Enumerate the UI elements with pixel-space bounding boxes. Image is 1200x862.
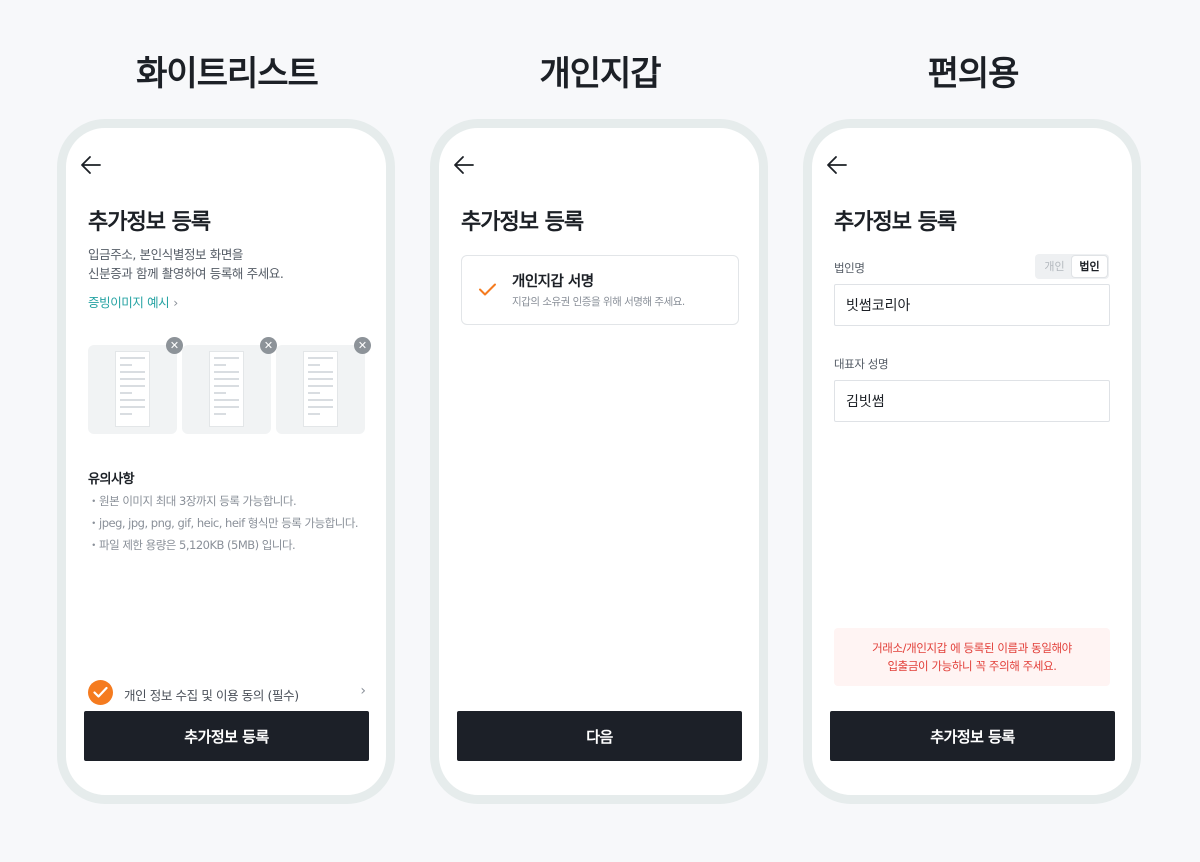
document-preview xyxy=(209,351,244,427)
description-line: 신분증과 함께 촬영하여 등록해 주세요. xyxy=(88,266,284,281)
page-title: 추가정보 등록 xyxy=(834,210,957,235)
consent-row[interactable]: 개인 정보 수집 및 이용 동의 (필수) › xyxy=(88,680,366,706)
toggle-option-individual[interactable]: 개인 xyxy=(1037,256,1072,277)
warning-line: 거래소/개인지갑 에 등록된 이름과 동일해야 xyxy=(872,641,1072,655)
personal-wallet-title: 개인지갑 xyxy=(539,54,661,94)
close-icon[interactable]: ✕ xyxy=(166,337,183,354)
convenience-title: 편의용 xyxy=(927,54,1020,94)
screen-convenience: 추가정보 등록 법인명 개인 법인 대표자 성명 거래소/개인지갑 에 등록된 … xyxy=(812,128,1132,795)
uploaded-image-thumbnail[interactable]: ✕ xyxy=(276,337,371,434)
notice-item: ・원본 이미지 최대 3장까지 등록 가능합니다. xyxy=(88,494,297,508)
notice-item: ・파일 제한 용량은 5,120KB (5MB) 입니다. xyxy=(88,538,296,552)
register-button[interactable]: 추가정보 등록 xyxy=(84,711,369,761)
example-link-label: 증빙이미지 예시 xyxy=(88,295,170,310)
description-line: 입금주소, 본인식별정보 화면을 xyxy=(88,247,244,262)
notice-title: 유의사항 xyxy=(88,472,135,487)
document-preview xyxy=(303,351,338,427)
corporate-name-input[interactable] xyxy=(834,284,1110,326)
page-title: 추가정보 등록 xyxy=(461,210,584,235)
description: 입금주소, 본인식별정보 화면을 신분증과 함께 촬영하여 등록해 주세요. xyxy=(88,245,378,283)
entity-type-toggle[interactable]: 개인 법인 xyxy=(1035,254,1109,279)
chevron-right-icon[interactable]: › xyxy=(360,683,366,699)
whitelist-title: 화이트리스트 xyxy=(136,54,319,94)
register-button[interactable]: 추가정보 등록 xyxy=(830,711,1115,761)
uploaded-image-thumbnail[interactable]: ✕ xyxy=(182,337,277,434)
arrow-left-icon[interactable] xyxy=(453,154,475,176)
corporate-name-label: 법인명 xyxy=(834,261,865,275)
phone-personal-wallet: 추가정보 등록 개인지갑 서명 지갑의 소유권 인증을 위해 서명해 주세요. … xyxy=(430,119,768,804)
uploaded-image-thumbnail[interactable]: ✕ xyxy=(88,337,183,434)
close-icon[interactable]: ✕ xyxy=(354,337,371,354)
consent-label: 개인 정보 수집 및 이용 동의 (필수) xyxy=(124,688,299,703)
toggle-option-corporate[interactable]: 법인 xyxy=(1072,256,1107,277)
notice-item: ・jpeg, jpg, png, gif, heic, heif 형식만 등록 … xyxy=(88,516,359,530)
wallet-signature-subtitle: 지갑의 소유권 인증을 위해 서명해 주세요. xyxy=(512,296,685,308)
notice-list: ・원본 이미지 최대 3장까지 등록 가능합니다. ・jpeg, jpg, pn… xyxy=(88,490,388,556)
check-icon xyxy=(479,283,496,296)
page-title: 추가정보 등록 xyxy=(88,210,211,235)
example-image-link[interactable]: 증빙이미지 예시 › xyxy=(88,292,178,311)
representative-name-label: 대표자 성명 xyxy=(834,357,889,371)
representative-name-input[interactable] xyxy=(834,380,1110,422)
warning-line: 입출금이 가능하니 꼭 주의해 주세요. xyxy=(887,659,1057,673)
next-button[interactable]: 다음 xyxy=(457,711,742,761)
wallet-signature-option[interactable]: 개인지갑 서명 지갑의 소유권 인증을 위해 서명해 주세요. xyxy=(461,255,739,325)
document-preview xyxy=(115,351,150,427)
screen-personal-wallet: 추가정보 등록 개인지갑 서명 지갑의 소유권 인증을 위해 서명해 주세요. … xyxy=(439,128,759,795)
phone-convenience: 추가정보 등록 법인명 개인 법인 대표자 성명 거래소/개인지갑 에 등록된 … xyxy=(803,119,1141,804)
arrow-left-icon[interactable] xyxy=(80,154,102,176)
phone-whitelist: 추가정보 등록 입금주소, 본인식별정보 화면을 신분증과 함께 촬영하여 등록… xyxy=(57,119,395,804)
wallet-signature-title: 개인지갑 서명 xyxy=(512,274,594,290)
screen-whitelist: 추가정보 등록 입금주소, 본인식별정보 화면을 신분증과 함께 촬영하여 등록… xyxy=(66,128,386,795)
chevron-right-icon: › xyxy=(173,295,178,310)
warning-notice: 거래소/개인지갑 에 등록된 이름과 동일해야 입출금이 가능하니 꼭 주의해 … xyxy=(834,628,1110,686)
check-icon[interactable] xyxy=(88,680,113,705)
close-icon[interactable]: ✕ xyxy=(260,337,277,354)
arrow-left-icon[interactable] xyxy=(826,154,848,176)
